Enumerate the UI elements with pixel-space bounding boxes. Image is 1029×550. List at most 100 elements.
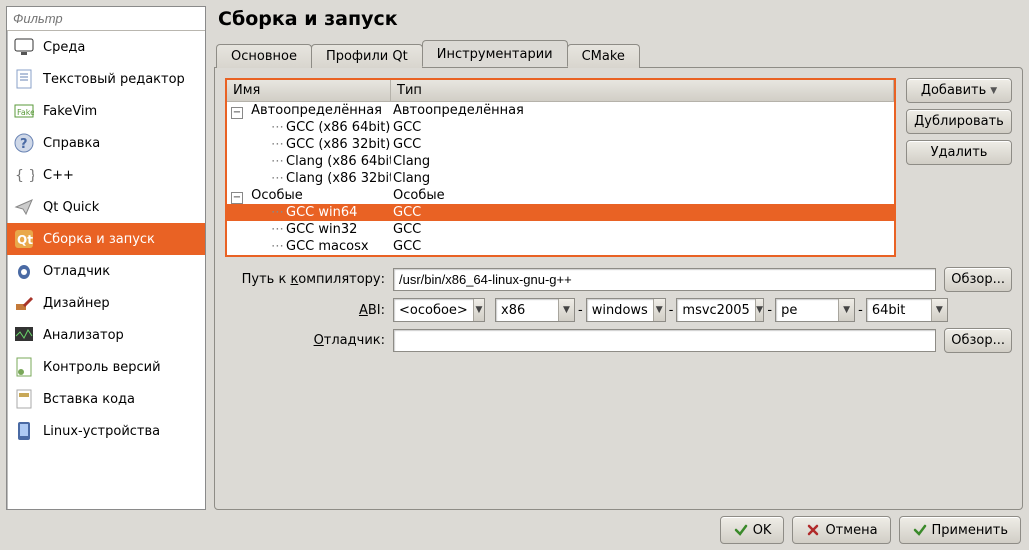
sidebar-item-2[interactable]: Fake FakeVim [7,95,205,127]
tree-cell-name: ⋯GCC macosx [227,238,391,255]
sidebar-item-label: Дизайнер [43,296,110,311]
apply-button-label: Применить [932,523,1008,538]
abi-combo-5[interactable]: 64bit▼ [866,298,948,322]
tree-row-1[interactable]: ⋯GCC (x86 64bit)GCC [227,119,894,136]
sidebar-item-0[interactable]: Среда [7,31,205,63]
browse-compiler-button[interactable]: Обзор... [944,267,1012,292]
clone-button[interactable]: Дублировать [906,109,1012,134]
toolchain-tree[interactable]: Имя Тип − АвтоопределённаяАвтоопределённ… [225,78,896,257]
tree-cell-name: ⋯Clang (x86 32bit) [227,170,391,187]
expander-icon[interactable]: − [231,107,243,119]
abi-combo-value: x86 [496,303,558,318]
abi-label: ABI: [225,303,385,318]
paperplane-icon [13,196,35,218]
tree-row-5[interactable]: − ОсобыеОсобые [227,187,894,204]
expander-icon[interactable]: − [231,192,243,204]
sidebar-item-9[interactable]: Анализатор [7,319,205,351]
tree-cell-type: Автоопределённая [391,102,894,119]
ok-button[interactable]: OK [720,516,785,544]
debugger-label: Отладчик: [225,333,385,348]
cancel-icon [805,522,821,538]
add-button[interactable]: Добавить ▼ [906,78,1012,103]
sidebar-item-label: FakeVim [43,104,97,119]
toolchain-buttons: Добавить ▼ Дублировать Удалить [906,78,1012,257]
sidebar-item-label: Вставка кода [43,392,135,407]
tree-row-2[interactable]: ⋯GCC (x86 32bit)GCC [227,136,894,153]
tree-cell-type: Clang [391,153,894,170]
sidebar-item-label: Контроль версий [43,360,161,375]
tree-header: Имя Тип [227,80,894,102]
tab-1[interactable]: Профили Qt [311,44,423,68]
tree-cell-name: ⋯GCC (x86 32bit) [227,136,391,153]
sidebar-item-label: C++ [43,168,74,183]
sidebar-item-6[interactable]: QtСборка и запуск [7,223,205,255]
tree-cell-name: ⋯GCC (x86 64bit) [227,119,391,136]
delete-button[interactable]: Удалить [906,140,1012,165]
tree-cell-name: ⋯GCC win64 [227,204,391,221]
column-name[interactable]: Имя [227,80,391,101]
sidebar-item-label: Qt Quick [43,200,99,215]
sidebar-item-label: Справка [43,136,100,151]
sidebar-list: СредаТекстовый редактор Fake FakeVim? Справ… [7,31,205,509]
sidebar-item-11[interactable]: Вставка кода [7,383,205,415]
apply-icon [912,522,928,538]
paint-icon [13,292,35,314]
tree-cell-name: − Автоопределённая [227,102,391,119]
chevron-down-icon: ▼ [755,299,764,321]
tab-page-toolchains: Имя Тип − АвтоопределённаяАвтоопределённ… [214,67,1023,510]
svg-text:Fake: Fake [17,108,34,117]
sidebar-item-8[interactable]: Дизайнер [7,287,205,319]
sidebar-item-label: Linux-устройства [43,424,160,439]
tree-row-7[interactable]: ⋯GCC win32GCC [227,221,894,238]
debugger-input[interactable] [393,329,936,352]
abi-combo-1[interactable]: x86▼ [495,298,575,322]
svg-text:{ }: { } [15,168,34,184]
abi-combo-value: windows [587,303,653,318]
filter-input[interactable] [7,7,205,31]
abi-combo-4[interactable]: pe▼ [775,298,855,322]
tree-cell-type: Clang [391,170,894,187]
tree-cell-type: Особые [391,187,894,204]
abi-combo-0[interactable]: <особое>▼ [393,298,485,322]
sidebar-item-12[interactable]: Linux-устройства [7,415,205,447]
sidebar-item-7[interactable]: Отладчик [7,255,205,287]
tree-row-6[interactable]: ⋯GCC win64GCC [227,204,894,221]
sidebar-item-10[interactable]: Контроль версий [7,351,205,383]
tree-row-8[interactable]: ⋯GCC macosxGCC [227,238,894,255]
apply-button[interactable]: Применить [899,516,1021,544]
abi-combo-value: 64bit [867,303,931,318]
tree-row-4[interactable]: ⋯Clang (x86 32bit)Clang [227,170,894,187]
cancel-button[interactable]: Отмена [792,516,890,544]
dialog-button-bar: OK Отмена Применить [6,514,1023,544]
tab-2[interactable]: Инструментарии [422,40,568,67]
sidebar-item-1[interactable]: Текстовый редактор [7,63,205,95]
monitor-icon [13,36,35,58]
chevron-down-icon: ▼ [558,299,574,321]
chevron-down-icon: ▼ [931,299,947,321]
tab-0[interactable]: Основное [216,44,312,68]
tree-cell-name: ⋯Clang (x86 64bit) [227,153,391,170]
tree-row-0[interactable]: − АвтоопределённаяАвтоопределённая [227,102,894,119]
tab-3[interactable]: CMake [567,44,640,68]
sidebar-item-4[interactable]: { } C++ [7,159,205,191]
content-pane: Сборка и запуск ОсновноеПрофили QtИнстру… [214,6,1023,510]
sidebar-item-5[interactable]: Qt Quick [7,191,205,223]
page-title: Сборка и запуск [218,8,1023,30]
tree-row-3[interactable]: ⋯Clang (x86 64bit)Clang [227,153,894,170]
compiler-path-input[interactable] [393,268,936,291]
abi-combo-3[interactable]: msvc2005▼ [676,298,764,322]
column-type[interactable]: Тип [391,80,894,101]
sidebar-item-label: Анализатор [43,328,124,343]
tree-cell-type: GCC [391,204,894,221]
abi-combo-2[interactable]: windows▼ [586,298,666,322]
vcs-icon [13,356,35,378]
bug-icon [13,260,35,282]
add-button-label: Добавить [921,83,986,98]
svg-text:?: ? [20,137,28,152]
sidebar-item-3[interactable]: ? Справка [7,127,205,159]
snippet-icon [13,388,35,410]
compiler-path-label: Путь к компилятору: [225,272,385,287]
tree-cell-name: ⋯GCC win32 [227,221,391,238]
browse-debugger-button[interactable]: Обзор... [944,328,1012,353]
help-icon: ? [13,132,35,154]
